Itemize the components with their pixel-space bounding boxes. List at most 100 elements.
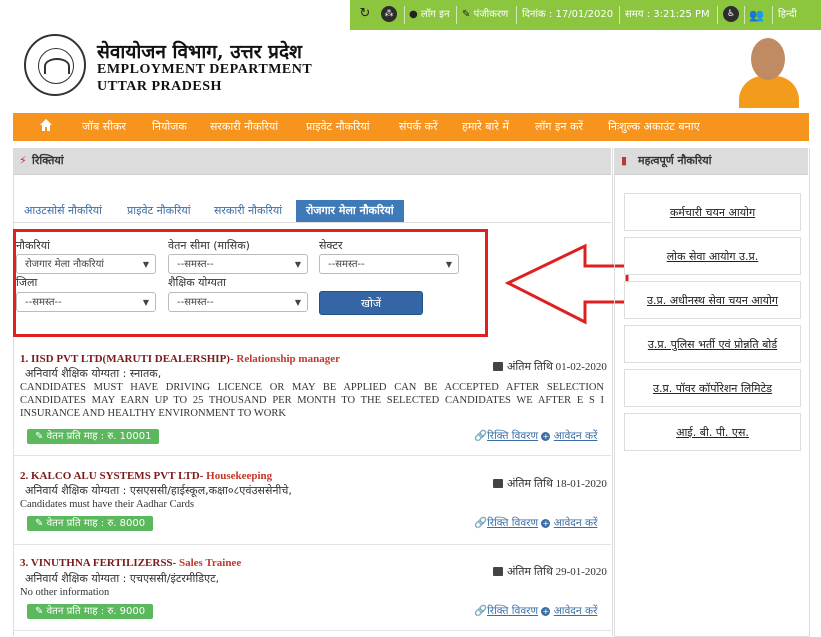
divider (456, 6, 457, 24)
pencil-icon: ✎ (35, 431, 44, 442)
jobs-type-select[interactable]: रोजगार मेला नौकरियां ▼ (16, 254, 156, 274)
job-deadline-1: अंतिम तिथि 01-02-2020 (493, 359, 607, 374)
job-deadline-text: अंतिम तिथि 01-02-2020 (507, 361, 607, 373)
divider (516, 6, 517, 24)
annotation-highlight-box (13, 229, 488, 337)
time-value: 3:21:25 PM (653, 9, 710, 20)
tab-government-jobs[interactable]: सरकारी नौकरियां (214, 200, 282, 222)
nav-item-about[interactable]: हमारे बारे में (462, 113, 509, 141)
link-staff-selection-commission[interactable]: कर्मचारी चयन आयोग (624, 193, 801, 231)
job-actions-2: 🔗रिक्ति विवरण + आवेदन करें (474, 516, 597, 530)
accessibility-icon[interactable]: ♿ (723, 0, 739, 30)
nav-item-contact[interactable]: संपर्क करें (399, 113, 438, 141)
bolt-icon: ⚡ (19, 154, 27, 167)
link-icon: 🔗 (474, 430, 488, 442)
language-toggle[interactable]: हिन्दी (778, 0, 797, 30)
calendar-icon (493, 479, 503, 488)
nav-item-private-jobs[interactable]: प्राइवेट नौकरियां (306, 113, 370, 141)
nav-item-job-seeker[interactable]: जॉब सीकर (82, 113, 126, 141)
link-ibps[interactable]: आई. बी. पी. एस. (624, 413, 801, 451)
job-company: VINUTHNA FERTILIZERSS- (30, 557, 177, 569)
apply-link[interactable]: आवेदन करें (554, 430, 598, 442)
pencil-icon: ✎ (462, 9, 471, 20)
salary-range-select[interactable]: --समस्त-- ▼ (168, 254, 308, 274)
job-title-1[interactable]: 1. IISD PVT LTD(MARUTI DEALERSHIP)- Rela… (20, 353, 340, 365)
main-navigation: जॉब सीकर नियोजक सरकारी नौकरियां प्राइवेट… (13, 113, 809, 141)
nav-item-government-jobs[interactable]: सरकारी नौकरियां (210, 113, 278, 141)
user-icon: ● (409, 9, 418, 20)
home-icon[interactable] (39, 118, 53, 132)
tab-rozgar-mela-jobs[interactable]: रोजगार मेला नौकरियां (296, 200, 404, 222)
job-description-3: No other information (20, 587, 110, 598)
district-select-value: --समस्त-- (25, 297, 62, 308)
nav-item-employer[interactable]: नियोजक (152, 113, 187, 141)
nav-item-free-account[interactable]: निःशुल्क अकाउंट बनाए (608, 113, 700, 141)
user-group-icon[interactable]: 👥 (749, 0, 764, 30)
apply-link[interactable]: आवेदन करें (554, 517, 598, 529)
vacancy-details-link[interactable]: रिक्ति विवरण (487, 605, 538, 617)
link-up-public-service-commission[interactable]: लोक सेवा आयोग उ.प्र. (624, 237, 801, 275)
login-label: लॉग इन (420, 9, 450, 20)
education-select-value: --समस्त-- (177, 297, 214, 308)
sector-select[interactable]: --समस्त-- ▼ (319, 254, 459, 274)
job-role: Housekeeping (206, 470, 273, 482)
nav-item-login[interactable]: लॉग इन करें (535, 113, 583, 141)
job-divider (13, 455, 611, 456)
chevron-down-icon: ▼ (142, 260, 149, 269)
vacancies-heading: रिक्तियां (32, 154, 64, 167)
salary-text: वेतन प्रति माह : रु. 9000 (46, 606, 146, 617)
important-jobs-heading: महत्वपूर्ण नौकरियां (638, 154, 712, 167)
sector-filter-label: सेक्टर (319, 239, 343, 252)
jobs-filter-label: नौकरियां (16, 239, 50, 252)
plus-circle-icon: + (541, 607, 551, 616)
salary-text: वेतन प्रति माह : रु. 10001 (46, 431, 152, 442)
district-select[interactable]: --समस्त-- ▼ (16, 292, 156, 312)
calendar-icon (493, 362, 503, 371)
divider (772, 6, 773, 24)
register-link[interactable]: ✎ पंजीकरण (462, 0, 508, 30)
time-display: समय : 3:21:25 PM (625, 0, 710, 30)
job-divider (13, 630, 611, 631)
bookmark-icon: ▮ (621, 154, 628, 167)
portrait-face (751, 38, 785, 80)
refresh-icon[interactable]: ↻ (357, 0, 373, 30)
education-select[interactable]: --समस्त-- ▼ (168, 292, 308, 312)
login-link[interactable]: ● लॉग इन (409, 0, 450, 30)
chevron-down-icon: ▼ (445, 260, 452, 269)
time-label: समय : (625, 9, 651, 20)
job-role: Sales Trainee (178, 557, 242, 569)
tab-outsource-jobs[interactable]: आउटसोर्स नौकरियां (24, 200, 102, 222)
vacancy-details-link[interactable]: रिक्ति विवरण (487, 517, 538, 529)
link-up-police-recruitment-board[interactable]: उ.प्र. पुलिस भर्ती एवं प्रोन्नति बोर्ड (624, 325, 801, 363)
link-up-subordinate-service-commission[interactable]: उ.प्र. अधीनस्थ सेवा चयन आयोग (624, 281, 801, 319)
divider (717, 6, 718, 24)
sitemap-icon[interactable]: ⁂ (381, 0, 397, 30)
job-title-3[interactable]: 3. VINUTHNA FERTILIZERSS- Sales Trainee (20, 557, 241, 569)
job-company: IISD PVT LTD(MARUTI DEALERSHIP)- (31, 353, 234, 365)
job-qualification-2: अनिवार्य शैक्षिक योग्यता : एसएससी/हाईस्क… (25, 484, 292, 497)
pencil-icon: ✎ (35, 606, 44, 617)
chief-minister-portrait (737, 30, 801, 108)
link-up-power-corporation[interactable]: उ.प्र. पॉवर कॉर्पोरेशन लिमिटेड (624, 369, 801, 407)
salary-filter-label: वेतन सीमा (मासिक) (168, 239, 250, 252)
job-title-2[interactable]: 2. KALCO ALU SYSTEMS PVT LTD- Housekeepi… (20, 470, 272, 482)
education-filter-label: शैक्षिक योग्यता (168, 276, 226, 289)
job-deadline-2: अंतिम तिथि 18-01-2020 (493, 476, 607, 491)
job-deadline-text: अंतिम तिथि 29-01-2020 (507, 566, 607, 578)
apply-link[interactable]: आवेदन करें (554, 605, 598, 617)
chevron-down-icon: ▼ (294, 260, 301, 269)
portrait-robe (739, 76, 799, 108)
plus-circle-icon: + (541, 519, 551, 528)
plus-circle-icon: + (541, 432, 551, 441)
date-label: दिनांक : (522, 9, 553, 20)
salary-badge-2: ✎ वेतन प्रति माह : रु. 8000 (27, 516, 154, 531)
department-title-english-line2: UTTAR PRADESH (97, 79, 222, 94)
search-button[interactable]: खोजें (319, 291, 423, 315)
date-value: 17/01/2020 (555, 9, 614, 20)
divider (404, 6, 405, 24)
vacancy-details-link[interactable]: रिक्ति विवरण (487, 430, 538, 442)
job-actions-3: 🔗रिक्ति विवरण + आवेदन करें (474, 604, 597, 618)
tab-private-jobs[interactable]: प्राइवेट नौकरियां (127, 200, 191, 222)
up-emblem-logo (24, 34, 86, 96)
chevron-down-icon: ▼ (142, 298, 149, 307)
